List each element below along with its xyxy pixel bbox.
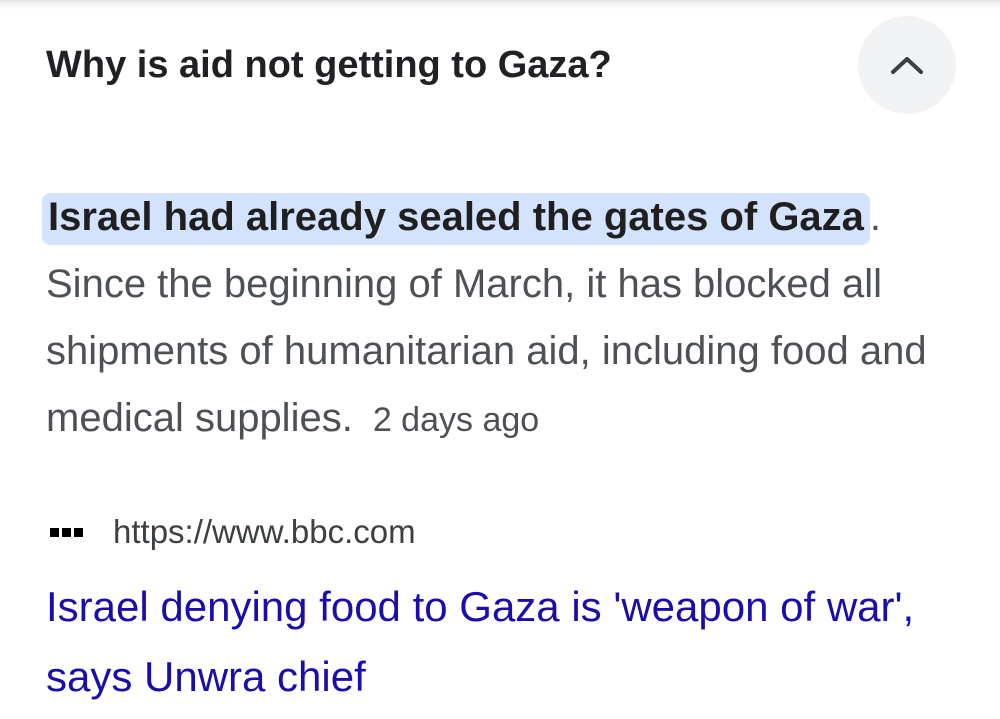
answer-punctuation: . (869, 195, 882, 239)
source-row[interactable]: https://www.bbc.com (50, 510, 416, 554)
answer-highlight: Israel had already sealed the gates of G… (42, 193, 870, 245)
source-url[interactable]: https://www.bbc.com (113, 513, 416, 551)
answer-snippet: Israel had already sealed the gates of G… (42, 184, 966, 454)
top-divider-shadow (0, 0, 1000, 10)
result-title-link[interactable]: Israel denying food to Gaza is 'weapon o… (46, 572, 976, 712)
answer-timestamp: 2 days ago (372, 401, 540, 439)
question-heading[interactable]: Why is aid not getting to Gaza? (46, 40, 612, 90)
bbc-logo-icon (50, 527, 83, 537)
collapse-button[interactable] (858, 16, 956, 114)
chevron-up-icon (891, 57, 923, 74)
